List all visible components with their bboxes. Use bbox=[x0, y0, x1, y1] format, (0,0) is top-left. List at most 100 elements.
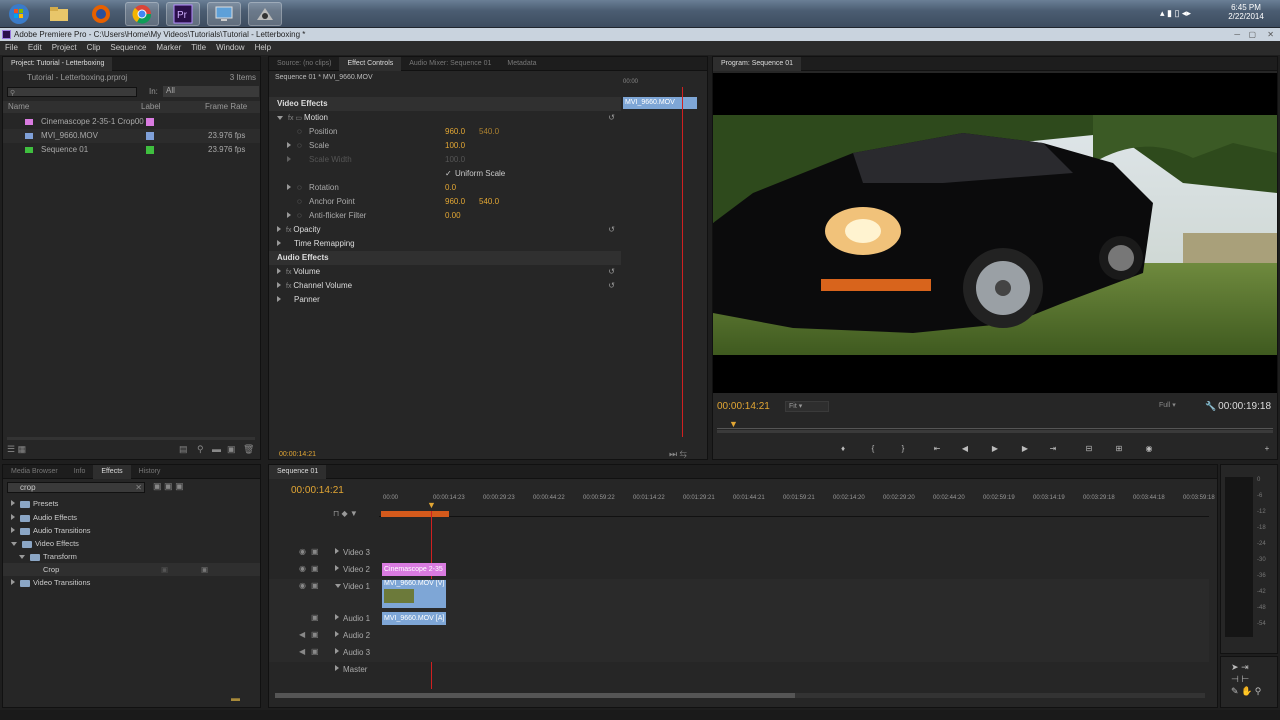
mark-out-button[interactable]: } bbox=[896, 444, 910, 454]
play-audio-icon[interactable]: ⏭ bbox=[669, 449, 677, 459]
go-to-in-button[interactable]: ⇤ bbox=[930, 444, 944, 454]
tree-video-transitions[interactable]: Video Transitions bbox=[3, 576, 260, 589]
tree-presets[interactable]: Presets bbox=[3, 497, 260, 511]
timeline-playhead-head[interactable]: ▼ bbox=[427, 500, 436, 510]
tab-metadata[interactable]: Metadata bbox=[499, 57, 544, 71]
rotation-value[interactable]: 0.0 bbox=[445, 181, 456, 195]
maximize-button[interactable]: ▢ bbox=[1248, 28, 1256, 41]
stopwatch-icon[interactable]: ◌ bbox=[297, 209, 302, 223]
tree-crop[interactable]: Crop ▣ ▣ bbox=[3, 563, 260, 576]
lock-icon[interactable]: ▣ bbox=[311, 581, 319, 590]
scale-value[interactable]: 100.0 bbox=[445, 139, 465, 153]
track-video-1[interactable]: ◉ ▣ Video 1 MVI_9660.MOV [V] bbox=[269, 579, 1209, 611]
track-select-icon[interactable]: ⇥ bbox=[1241, 662, 1249, 672]
clip-cinemascope[interactable]: Cinemascope 2-35 bbox=[382, 563, 446, 576]
snap-icon[interactable]: ⊓ bbox=[333, 509, 339, 518]
channel-volume-effect[interactable]: fx Channel Volume ↺ bbox=[269, 279, 621, 293]
tab-audio-mixer[interactable]: Audio Mixer: Sequence 01 bbox=[401, 57, 499, 71]
label-swatch[interactable] bbox=[146, 118, 154, 126]
lock-icon[interactable]: ▣ bbox=[311, 647, 319, 656]
play-button[interactable]: ▶ bbox=[988, 444, 1002, 454]
menu-title[interactable]: Title bbox=[186, 41, 211, 55]
export-frame-button[interactable]: ◉ bbox=[1142, 444, 1156, 454]
col-label[interactable]: Label bbox=[141, 101, 161, 113]
motion-effect[interactable]: fx ▭ Motion ↺ bbox=[269, 111, 621, 125]
tab-info[interactable]: Info bbox=[66, 465, 94, 479]
menu-help[interactable]: Help bbox=[250, 41, 276, 55]
menu-sequence[interactable]: Sequence bbox=[105, 41, 151, 55]
eye-icon[interactable]: ◉ bbox=[299, 581, 306, 590]
add-marker-button[interactable]: ♦ bbox=[836, 444, 850, 454]
effect-playhead[interactable] bbox=[682, 87, 683, 437]
program-scrubber[interactable]: ▼ bbox=[717, 419, 1273, 429]
tab-project[interactable]: Project: Tutorial - Letterboxing bbox=[3, 57, 113, 71]
windows-start-icon[interactable] bbox=[2, 2, 36, 26]
zoom-tool-icon[interactable]: ⚲ bbox=[1255, 686, 1262, 696]
label-swatch[interactable] bbox=[146, 146, 154, 154]
accelerated-effects-icon[interactable]: ▣ bbox=[153, 481, 162, 491]
position-y-value[interactable]: 540.0 bbox=[479, 125, 499, 139]
step-forward-button[interactable]: ▶ bbox=[1018, 444, 1032, 454]
position-x-value[interactable]: 960.0 bbox=[445, 125, 465, 139]
track-audio-1[interactable]: ▣ Audio 1 MVI_9660.MOV [A] bbox=[269, 611, 1209, 628]
resolution-dropdown[interactable]: Full ▾ bbox=[1159, 401, 1191, 412]
anchor-y-value[interactable]: 540.0 bbox=[479, 195, 499, 209]
fit-dropdown[interactable]: Fit ▾ bbox=[785, 401, 829, 412]
clip-video-1[interactable]: MVI_9660.MOV [V] bbox=[382, 580, 446, 608]
program-playhead[interactable]: ▼ bbox=[729, 419, 738, 429]
track-video-3[interactable]: ◉ ▣ Video 3 bbox=[269, 545, 1209, 562]
in-dropdown[interactable]: All bbox=[163, 86, 259, 97]
tree-transform[interactable]: Transform bbox=[3, 550, 260, 563]
stopwatch-icon[interactable]: ◌ bbox=[297, 181, 302, 195]
timeline-scrollbar[interactable] bbox=[275, 693, 1205, 698]
panner-effect[interactable]: Panner bbox=[269, 293, 621, 307]
tab-sequence[interactable]: Sequence 01 bbox=[269, 465, 327, 479]
new-item-icon[interactable]: ▣ bbox=[227, 444, 236, 455]
yuv-effects-icon[interactable]: ▣ bbox=[175, 481, 184, 491]
program-timecode[interactable]: 00:00:14:21 bbox=[717, 401, 770, 412]
32bit-effects-icon[interactable]: ▣ bbox=[164, 481, 173, 491]
extract-button[interactable]: ⊞ bbox=[1112, 444, 1126, 454]
remote-desktop-icon[interactable] bbox=[207, 2, 241, 26]
menu-project[interactable]: Project bbox=[47, 41, 82, 55]
effects-search-input[interactable]: crop ✕ bbox=[7, 482, 145, 493]
add-marker-icon[interactable]: ▼ bbox=[350, 509, 358, 518]
tree-audio-effects[interactable]: Audio Effects bbox=[3, 511, 260, 524]
chrome-icon[interactable] bbox=[125, 2, 159, 26]
trash-icon[interactable]: 🗑 bbox=[243, 444, 254, 455]
tree-audio-transitions[interactable]: Audio Transitions bbox=[3, 524, 260, 537]
work-area-bar[interactable] bbox=[381, 511, 449, 517]
speaker-icon[interactable]: ◀ bbox=[299, 647, 305, 656]
reset-icon[interactable]: ↺ bbox=[608, 223, 615, 237]
menu-marker[interactable]: Marker bbox=[151, 41, 186, 55]
project-item[interactable]: Sequence 01 23.976 fps bbox=[3, 143, 260, 157]
close-window-button[interactable]: ✕ bbox=[1267, 28, 1274, 41]
reset-icon[interactable]: ↺ bbox=[608, 111, 615, 125]
label-swatch[interactable] bbox=[146, 132, 154, 140]
wrench-icon[interactable]: 🔧 bbox=[1205, 401, 1216, 412]
lock-icon[interactable]: ▣ bbox=[311, 547, 319, 556]
minimize-button[interactable]: ─ bbox=[1234, 28, 1240, 41]
premiere-pro-icon[interactable]: Pr bbox=[166, 2, 200, 26]
selection-tool-icon[interactable]: ➤ bbox=[1231, 662, 1239, 672]
track-audio-2[interactable]: ◀ ▣ Audio 2 bbox=[269, 628, 1209, 645]
mark-in-button[interactable]: { bbox=[866, 444, 880, 454]
sequence-marker-icon[interactable]: ◆ bbox=[341, 509, 347, 518]
tab-effect-controls[interactable]: Effect Controls bbox=[339, 57, 402, 71]
button-editor-icon[interactable]: + bbox=[1260, 444, 1274, 454]
tab-source[interactable]: Source: (no clips) bbox=[269, 57, 339, 71]
clip-audio-1[interactable]: MVI_9660.MOV [A] bbox=[382, 612, 446, 625]
tree-video-effects[interactable]: Video Effects bbox=[3, 537, 260, 550]
effect-clip-bar[interactable]: MVI_9660.MOV bbox=[623, 97, 697, 109]
list-view-icon[interactable]: ☰ bbox=[7, 444, 15, 454]
tray-icons[interactable]: ▴ ▮ ▯ ◂▸ bbox=[1160, 8, 1191, 19]
zoom-bar[interactable] bbox=[717, 430, 1273, 433]
step-back-button[interactable]: ◀ bbox=[958, 444, 972, 454]
reset-icon[interactable]: ↺ bbox=[608, 279, 615, 293]
icon-view-icon[interactable]: ▦ bbox=[18, 444, 27, 454]
automate-icon[interactable]: ▤ bbox=[179, 444, 188, 455]
lock-icon[interactable]: ▣ bbox=[311, 630, 319, 639]
stopwatch-icon[interactable]: ◌ bbox=[297, 125, 302, 139]
project-scrollbar[interactable] bbox=[7, 437, 255, 440]
tab-program[interactable]: Program: Sequence 01 bbox=[713, 57, 801, 71]
